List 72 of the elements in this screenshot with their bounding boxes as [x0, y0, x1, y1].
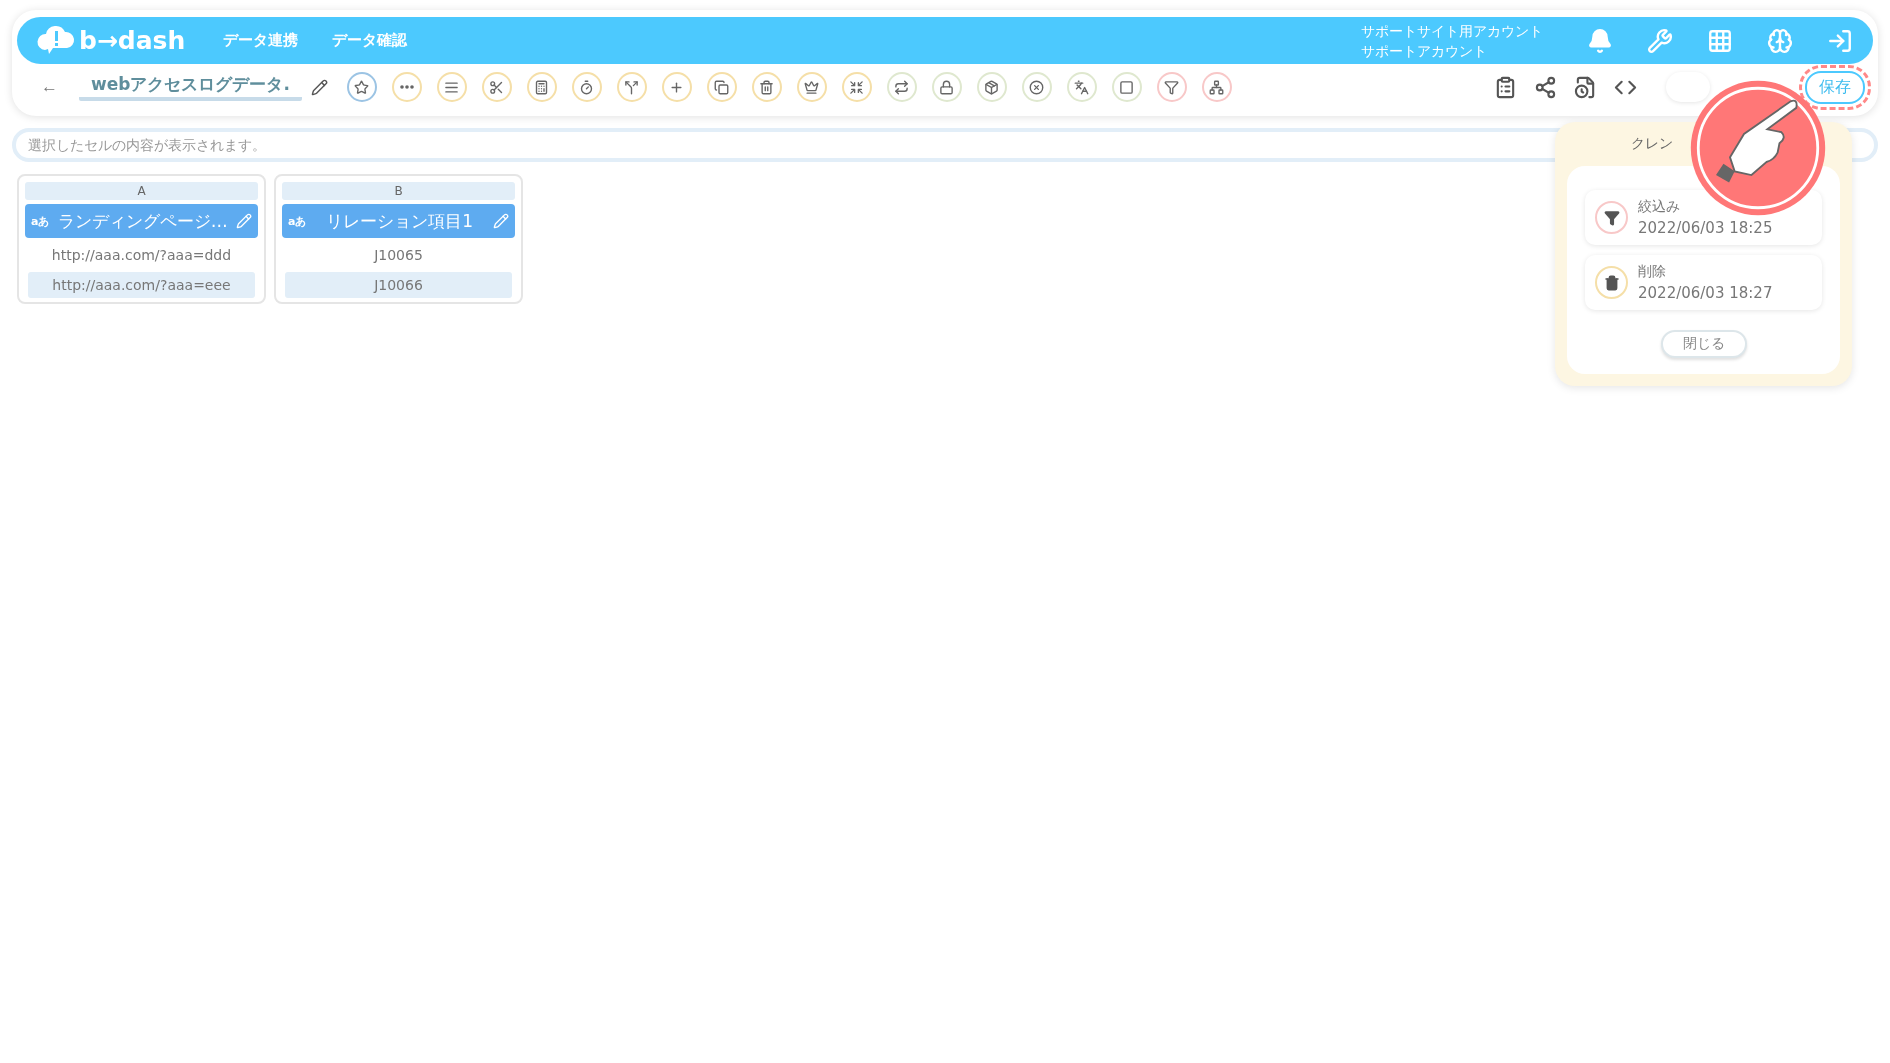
table-cell[interactable]: J10066: [285, 272, 512, 298]
scissors-icon: [489, 79, 505, 95]
file-icon: [1574, 75, 1597, 99]
entry-label: 絞込み: [1638, 198, 1681, 216]
pencil-icon[interactable]: [310, 78, 328, 96]
tool-button[interactable]: [1201, 72, 1232, 102]
column-letter[interactable]: B: [282, 182, 515, 200]
dots-icon: [399, 85, 414, 89]
calculator-icon: [534, 79, 550, 95]
filter-icon: [1603, 209, 1620, 226]
plus-icon: [669, 79, 685, 95]
account-name: サポートアカウント: [1361, 41, 1488, 61]
type-tag: aあ: [31, 213, 50, 229]
tool-button[interactable]: [1111, 72, 1142, 102]
column-letter[interactable]: A: [25, 182, 258, 200]
trash-icon: [1603, 274, 1620, 291]
tool-button[interactable]: [796, 72, 827, 102]
type-tag: aあ: [288, 213, 307, 229]
clipboard-icon: [1494, 75, 1517, 99]
tool-button[interactable]: [886, 72, 917, 102]
lines-icon: [444, 79, 460, 95]
column-header[interactable]: aあ ランディングページ…: [25, 204, 258, 238]
tool-button[interactable]: [976, 72, 1007, 102]
tool-button[interactable]: [526, 72, 557, 102]
entry-time: 2022/06/03 18:27: [1638, 284, 1773, 302]
tool-button[interactable]: [571, 72, 602, 102]
tool-button[interactable]: [841, 72, 872, 102]
stopwatch-icon: [579, 79, 595, 95]
lock-icon: [939, 79, 955, 95]
brain-icon: [1767, 27, 1793, 54]
tool-button[interactable]: [436, 72, 467, 102]
translate-icon: [1074, 79, 1090, 95]
bell-icon: [1587, 27, 1613, 54]
square-icon: [1119, 79, 1135, 95]
logout-icon: [1827, 27, 1853, 54]
tool-button[interactable]: [1066, 72, 1097, 102]
tool-button[interactable]: [391, 72, 422, 102]
grid-icon: [1707, 27, 1733, 54]
network-icon: [1209, 79, 1225, 95]
share-icon: [1534, 75, 1557, 99]
close-button[interactable]: 閉じる: [1660, 330, 1747, 358]
tool-button[interactable]: [1156, 72, 1187, 102]
back-button[interactable]: ←: [41, 77, 58, 97]
column-title: ランディングページ…: [56, 209, 229, 233]
tool-button[interactable]: [346, 72, 377, 102]
entry-label: 削除: [1638, 263, 1667, 281]
crown-icon: [804, 79, 820, 95]
panel-title: クレン: [1630, 134, 1674, 153]
repeat-icon: [894, 79, 910, 95]
tool-button[interactable]: [481, 72, 512, 102]
table-cell[interactable]: http://aaa.com/?aaa=eee: [28, 272, 255, 298]
tool-button[interactable]: [931, 72, 962, 102]
column-header[interactable]: aあ リレーション項目1: [282, 204, 515, 238]
account-site: サポートサイト用アカウント: [1361, 21, 1543, 41]
tool-button[interactable]: [1021, 72, 1052, 102]
history-entry[interactable]: 削除 2022/06/03 18:27: [1585, 255, 1822, 310]
trash-icon: [759, 79, 775, 95]
sheet-title[interactable]: webアクセスログデータ.: [79, 73, 302, 101]
tool-button[interactable]: [751, 72, 782, 102]
logo-text: b→dash: [79, 26, 186, 55]
column-title: リレーション項目1: [325, 209, 475, 233]
shrink-icon: [849, 79, 865, 95]
wrench-icon: [1647, 27, 1673, 54]
split-arrows-icon: [624, 79, 640, 95]
star-icon: [354, 79, 370, 95]
entry-time: 2022/06/03 18:25: [1638, 219, 1773, 237]
tool-button[interactable]: [706, 72, 737, 102]
tool-button[interactable]: [616, 72, 647, 102]
copy-icon: [714, 79, 730, 95]
x-circle-icon: [1029, 79, 1045, 95]
filter-icon: [1164, 79, 1180, 95]
box-icon: [984, 79, 1000, 95]
